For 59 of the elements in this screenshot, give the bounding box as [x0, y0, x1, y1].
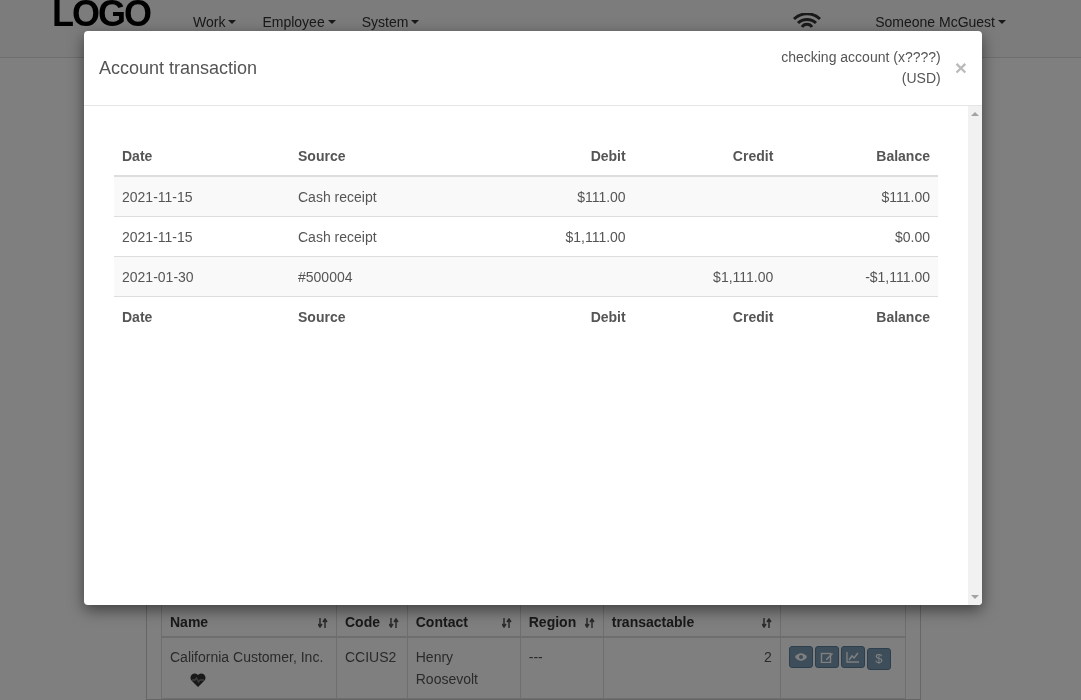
- logo: LOGO: [52, 0, 150, 30]
- column-header: Debit: [590, 147, 626, 164]
- sort-icon[interactable]: [584, 618, 595, 628]
- edit-button[interactable]: [814, 646, 839, 668]
- action-button[interactable]: $: [866, 647, 891, 670]
- eye-icon: [793, 651, 808, 663]
- column-header: transactable: [611, 614, 695, 630]
- column-header: Balance: [876, 308, 930, 325]
- sort-icon[interactable]: [501, 618, 512, 628]
- table-cell: ---: [528, 649, 543, 665]
- column-header: Source: [298, 308, 346, 325]
- column-header: Name: [170, 614, 209, 630]
- account-name: checking account (x????): [781, 48, 941, 67]
- line-chart-icon: [845, 651, 860, 663]
- edit-icon: [819, 651, 834, 663]
- chart-button[interactable]: [840, 646, 865, 668]
- column-header: Credit: [732, 147, 774, 164]
- column-header: Code: [345, 614, 380, 630]
- caret-icon: [228, 19, 237, 24]
- table-cell: Henry Roosevolt: [415, 649, 478, 687]
- menu-item[interactable]: Employee: [249, 13, 349, 30]
- wifi-icon: [792, 12, 823, 29]
- sort-icon[interactable]: [318, 618, 328, 628]
- table-cell: $111.00: [577, 188, 626, 205]
- column-header: Date: [122, 308, 153, 325]
- column-header: Date: [122, 147, 153, 164]
- table-cell: 2021-11-15: [122, 188, 193, 205]
- column-header: Region: [528, 614, 577, 630]
- user-menu[interactable]: Someone McGuest: [862, 13, 1019, 30]
- column-header: Source: [298, 147, 346, 164]
- scrollbar[interactable]: [968, 106, 982, 605]
- table-cell: California Customer, Inc.: [170, 649, 324, 665]
- sort-icon[interactable]: [388, 618, 399, 628]
- table-cell: -$1,111.00: [865, 268, 930, 285]
- account-currency: (USD): [901, 69, 941, 88]
- heartbeat-icon: [190, 673, 206, 688]
- column-header: Debit: [590, 308, 626, 325]
- menu-item[interactable]: Work: [180, 13, 250, 30]
- table-cell: 2: [763, 649, 772, 665]
- menu-item[interactable]: System: [348, 13, 433, 30]
- table-cell: CCIUS2: [345, 649, 397, 665]
- column-header: Credit: [732, 308, 774, 325]
- column-header: Contact: [415, 614, 468, 630]
- modal-title: Account transaction: [99, 57, 259, 79]
- table-cell: $111.00: [881, 188, 930, 205]
- caret-icon: [327, 19, 336, 24]
- table-cell: $1,111.00: [713, 268, 774, 285]
- table-cell: #500004: [298, 268, 353, 285]
- table-cell: 2021-11-15: [122, 228, 193, 245]
- table-cell: 2021-01-30: [122, 268, 194, 285]
- table-cell: $0.00: [894, 228, 930, 245]
- caret-icon: [411, 19, 420, 24]
- column-header: Balance: [876, 147, 930, 164]
- sort-icon[interactable]: [761, 618, 772, 628]
- view-button[interactable]: [788, 646, 813, 668]
- table-cell: $1,111.00: [565, 228, 626, 245]
- table-cell: Cash receipt: [298, 188, 377, 205]
- table-cell: Cash receipt: [298, 228, 377, 245]
- caret-icon: [998, 19, 1006, 24]
